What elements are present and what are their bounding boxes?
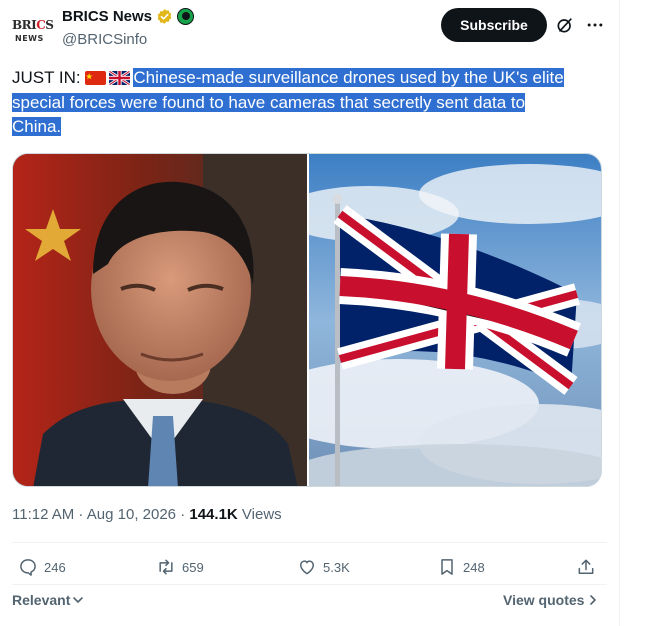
- view-quotes-label: View quotes: [503, 592, 585, 608]
- tweet-time[interactable]: 11:12 AM: [12, 506, 74, 523]
- media-photo-flag[interactable]: [309, 154, 601, 486]
- divider-top: [12, 542, 607, 543]
- handle[interactable]: @BRICSinfo: [62, 31, 147, 48]
- sort-replies-dropdown[interactable]: Relevant: [12, 592, 84, 608]
- flag-illustration: [309, 154, 601, 486]
- china-flag-icon: [85, 71, 107, 85]
- grok-icon[interactable]: [555, 15, 575, 35]
- uk-flag-icon: [109, 71, 131, 85]
- chevron-right-icon: [590, 595, 597, 605]
- avatar-brand-text: BRICS: [12, 18, 54, 32]
- repost-icon: [159, 559, 173, 575]
- verified-badge-icon[interactable]: [156, 8, 173, 25]
- bookmark-icon: [441, 559, 453, 575]
- bookmark-button[interactable]: 248: [437, 556, 485, 578]
- column-border: [619, 0, 620, 626]
- meta-separator: ·: [176, 506, 190, 523]
- media-grid: [12, 153, 602, 487]
- tweet-line-3: China.: [12, 117, 62, 136]
- subscribe-button[interactable]: Subscribe: [441, 8, 547, 42]
- views-label: Views: [237, 506, 282, 523]
- more-icon[interactable]: [585, 15, 605, 35]
- reply-count: 246: [44, 559, 66, 575]
- chevron-down-icon: [73, 597, 84, 603]
- meta-separator: ·: [74, 506, 87, 523]
- like-button[interactable]: 5.3K: [297, 556, 350, 578]
- repost-count: 659: [182, 559, 204, 575]
- avatar-sub-text: NEWS: [15, 34, 44, 43]
- heart-icon: [300, 560, 314, 575]
- view-quotes-link[interactable]: View quotes: [503, 592, 598, 608]
- tweet-line-1: Chinese-made surveillance drones used by…: [133, 68, 564, 87]
- tweet-prefix: JUST IN:: [12, 68, 81, 87]
- tweet-meta: 11:12 AM · Aug 10, 2026 · 144.1K Views: [12, 506, 282, 523]
- reply-icon: [20, 559, 36, 576]
- views-count: 144.1K: [189, 506, 238, 523]
- bookmark-count: 248: [463, 559, 485, 575]
- share-button[interactable]: [576, 556, 596, 578]
- portrait-illustration: [13, 154, 307, 486]
- affiliate-badge-icon[interactable]: [177, 8, 195, 25]
- tweet-date[interactable]: Aug 10, 2026: [87, 506, 176, 523]
- repost-button[interactable]: 659: [156, 556, 204, 578]
- sort-label: Relevant: [12, 592, 71, 608]
- author-name-row: BRICS News: [62, 8, 195, 25]
- like-count: 5.3K: [323, 559, 350, 575]
- divider-bottom: [12, 584, 607, 585]
- tweet-line-2: special forces were found to have camera…: [12, 92, 526, 112]
- tweet-text: JUST IN: Chinese-made surveillance drone…: [12, 66, 607, 140]
- reply-button[interactable]: 246: [18, 556, 66, 578]
- share-icon: [578, 559, 594, 574]
- display-name[interactable]: BRICS News: [62, 8, 152, 25]
- avatar[interactable]: BRICS NEWS: [12, 12, 54, 52]
- media-photo-portrait[interactable]: [13, 154, 307, 486]
